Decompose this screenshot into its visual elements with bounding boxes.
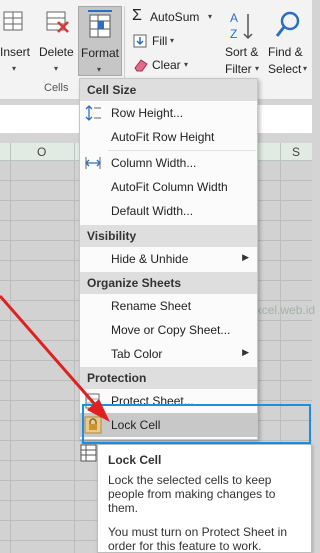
menu-item-hide-unhide[interactable]: Hide & Unhide ▶ xyxy=(80,247,257,271)
clear-button[interactable]: Clear ▾ xyxy=(130,56,210,76)
find-select-button[interactable]: Find & Select ▾ xyxy=(266,6,310,78)
default-width-label: Default Width... xyxy=(111,204,194,218)
insert-button[interactable]: Insert ▾ xyxy=(0,6,32,76)
chevron-down-icon: ▾ xyxy=(208,12,213,21)
menu-item-column-width[interactable]: Column Width... xyxy=(80,151,257,175)
column-divider xyxy=(280,143,281,161)
column-divider xyxy=(74,143,75,161)
menu-item-rename-sheet[interactable]: Rename Sheet xyxy=(80,294,257,318)
find-label-line1: Find & xyxy=(268,45,303,59)
magnifier-icon xyxy=(275,11,300,37)
menu-item-autofit-column-width[interactable]: AutoFit Column Width xyxy=(80,175,257,199)
chevron-down-icon: ▾ xyxy=(12,64,17,73)
submenu-arrow-icon: ▶ xyxy=(242,347,249,357)
cells-group-label: Cells xyxy=(44,82,69,94)
chevron-down-icon: ▾ xyxy=(255,64,260,73)
section-protection: Protection xyxy=(80,367,257,389)
fill-button[interactable]: Fill ▾ xyxy=(130,32,200,52)
format-cells-small-icon xyxy=(80,444,97,462)
svg-text:Z: Z xyxy=(230,27,237,41)
chevron-down-icon: ▾ xyxy=(303,64,308,73)
menu-item-autofit-row-height[interactable]: AutoFit Row Height xyxy=(80,125,257,149)
delete-label: Delete xyxy=(39,45,74,59)
section-organize-sheets: Organize Sheets xyxy=(80,272,257,294)
sigma-icon: Σ xyxy=(132,7,142,24)
lock-cell-tooltip: Lock Cell Lock the selected cells to kee… xyxy=(97,444,312,553)
section-cell-size: Cell Size xyxy=(80,79,257,101)
chevron-down-icon: ▾ xyxy=(54,64,59,73)
row-height-label: Row Height... xyxy=(111,106,184,120)
hide-unhide-label: Hide & Unhide xyxy=(111,252,189,266)
menu-item-move-copy-sheet[interactable]: Move or Copy Sheet... xyxy=(80,318,257,342)
column-width-icon xyxy=(85,157,101,169)
rename-sheet-label: Rename Sheet xyxy=(111,299,192,313)
delete-button[interactable]: Delete ▾ xyxy=(36,6,76,76)
tooltip-description: Lock the selected cells to keep people f… xyxy=(108,473,276,515)
insert-cells-icon xyxy=(3,11,23,31)
menu-item-tab-color[interactable]: Tab Color ▶ xyxy=(80,342,257,366)
move-copy-sheet-label: Move or Copy Sheet... xyxy=(111,323,231,337)
column-width-label: Column Width... xyxy=(111,156,197,170)
eraser-icon xyxy=(134,59,148,72)
autofit-column-width-label: AutoFit Column Width xyxy=(111,180,228,194)
sort-filter-button[interactable]: A Z Sort & Filter ▾ xyxy=(222,6,264,78)
autosum-label: AutoSum xyxy=(150,10,200,24)
clear-label: Clear xyxy=(152,58,181,72)
sort-label-line2: Filter xyxy=(225,62,252,76)
fill-label: Fill xyxy=(152,34,168,48)
format-dropdown-menu: Cell Size Row Height... AutoFit Row Heig… xyxy=(79,78,258,440)
column-divider xyxy=(10,143,11,161)
delete-cells-icon xyxy=(46,11,69,33)
row-height-icon xyxy=(85,105,101,121)
tooltip-title: Lock Cell xyxy=(108,453,162,467)
format-cells-icon xyxy=(88,10,112,38)
submenu-arrow-icon: ▶ xyxy=(242,252,249,262)
fill-down-icon xyxy=(133,34,147,48)
chevron-down-icon: ▾ xyxy=(97,65,102,74)
insert-label: Insert xyxy=(0,45,31,59)
column-header-o[interactable]: O xyxy=(37,145,46,159)
chevron-down-icon: ▾ xyxy=(170,36,175,45)
highlight-box xyxy=(82,404,311,444)
format-label: Format xyxy=(81,46,120,60)
tooltip-note: You must turn on Protect Sheet in order … xyxy=(108,525,287,553)
chevron-down-icon: ▾ xyxy=(184,60,189,69)
grid-column-line xyxy=(74,161,75,553)
format-button[interactable]: Format ▾ xyxy=(78,6,122,76)
menu-item-default-width[interactable]: Default Width... xyxy=(80,199,257,223)
tab-color-label: Tab Color xyxy=(111,347,163,361)
section-visibility: Visibility xyxy=(80,225,257,247)
column-header-s[interactable]: S xyxy=(292,145,300,159)
svg-text:A: A xyxy=(230,11,238,25)
autosum-button[interactable]: Σ AutoSum ▾ xyxy=(130,7,220,28)
find-label-line2: Select xyxy=(268,62,302,76)
menu-item-row-height[interactable]: Row Height... xyxy=(80,101,257,125)
sort-label-line1: Sort & xyxy=(225,45,259,59)
sort-az-icon: A Z xyxy=(230,11,253,41)
autofit-row-height-label: AutoFit Row Height xyxy=(111,130,215,144)
grid-column-line xyxy=(10,161,11,553)
